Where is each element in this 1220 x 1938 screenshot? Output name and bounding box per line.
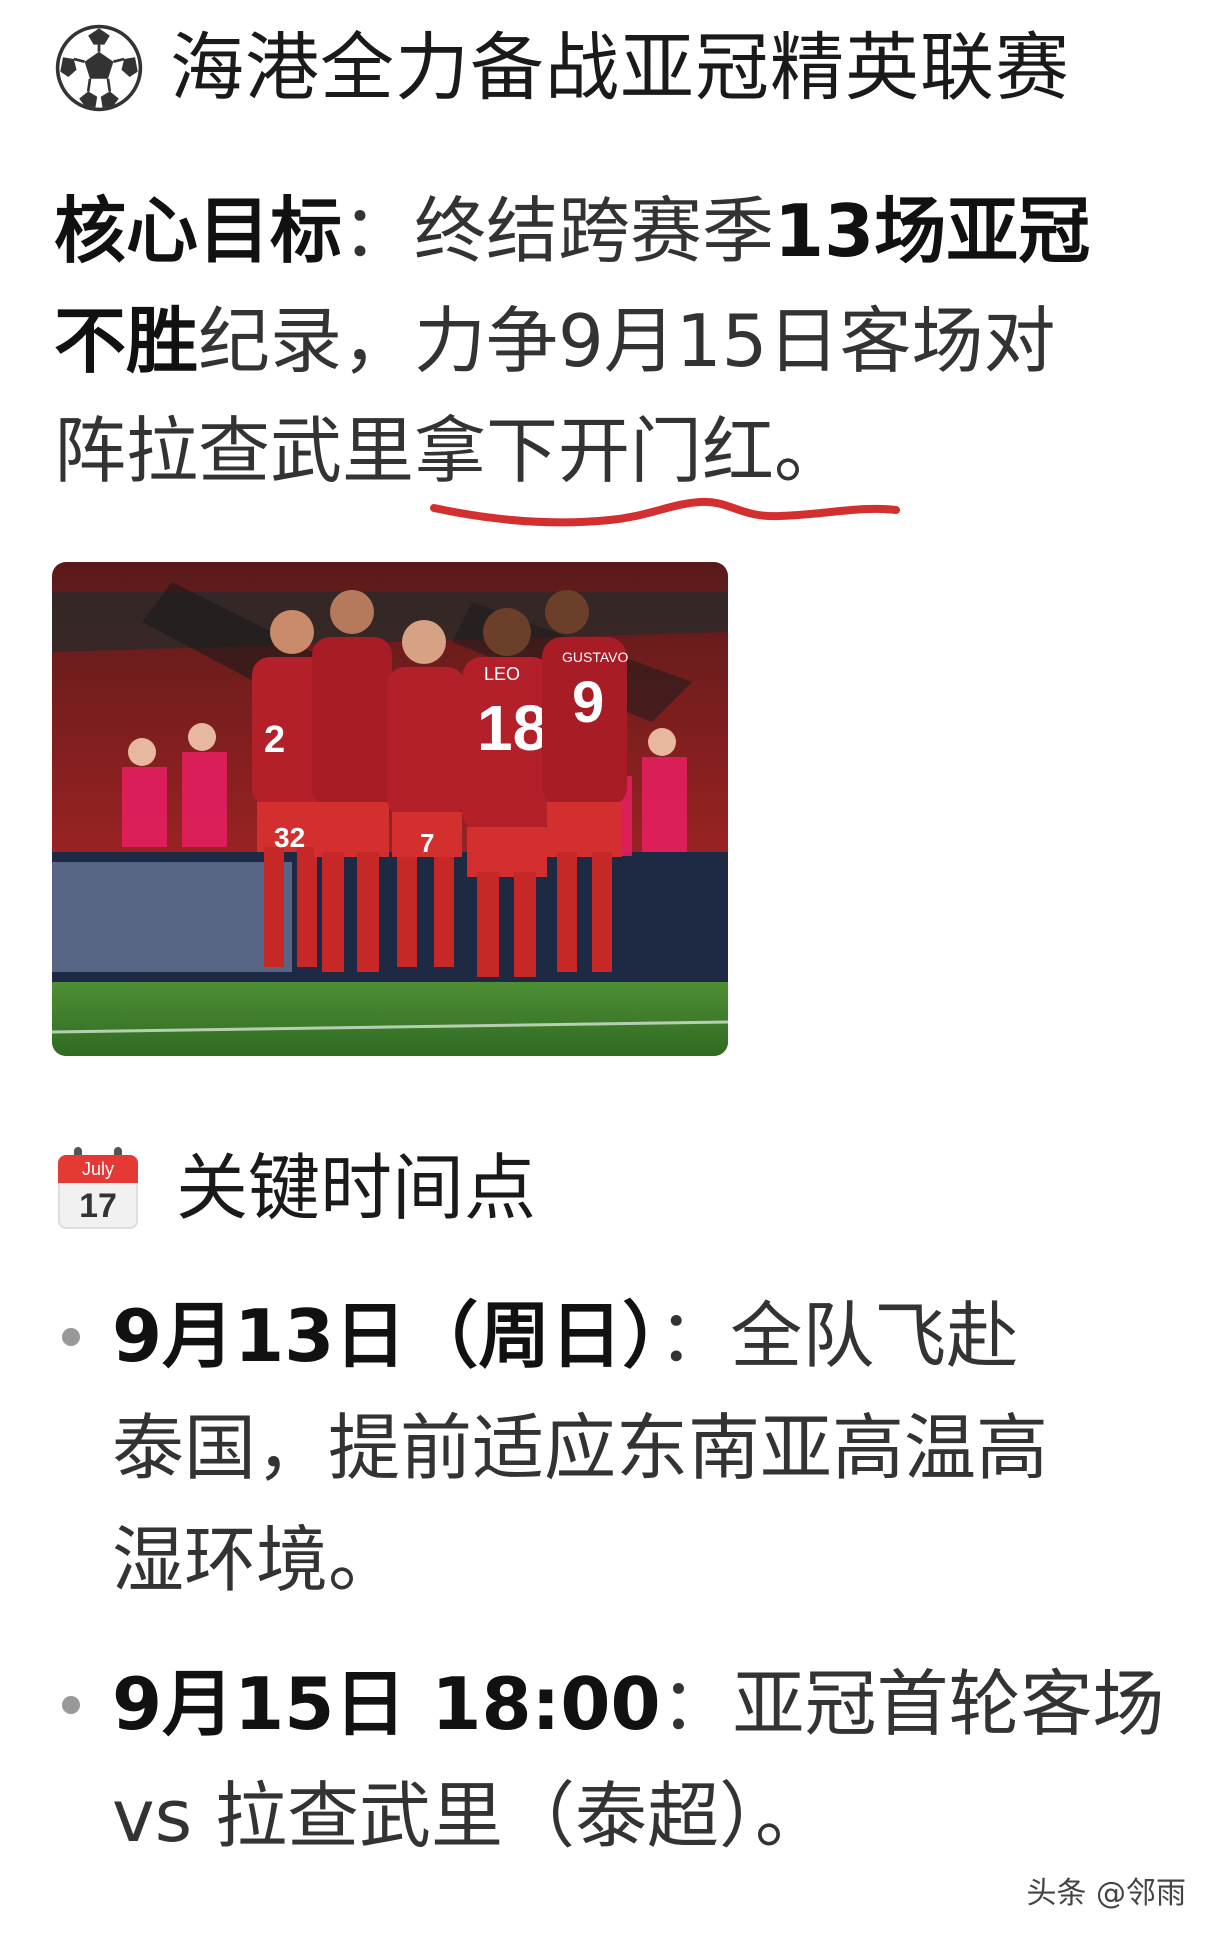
- goal-period: 。: [774, 409, 847, 493]
- team-celebration-photo: 2 32 7 LEO 18 GUSTAVO 9: [52, 562, 728, 1056]
- goal-colon: ：: [342, 189, 415, 273]
- goal-underlined-text: 拿下开门红: [414, 409, 775, 493]
- jersey-number-18: 18: [477, 692, 548, 764]
- timeline-item: 9月13日（周日）：全队飞赴 泰国，提前适应东南亚高温高 湿环境。: [54, 1280, 1174, 1616]
- timeline-text: ：全队飞赴: [658, 1294, 1019, 1378]
- bullet-dot: [62, 1696, 80, 1714]
- team-photo-illustration: 2 32 7 LEO 18 GUSTAVO 9: [52, 562, 728, 1056]
- goal-text-3: 阵拉查武里: [54, 409, 415, 493]
- jersey-number-9: 9: [572, 670, 604, 735]
- section-header-key-dates: July 17 关键时间点: [58, 1138, 536, 1238]
- calendar-icon: July 17: [58, 1147, 138, 1229]
- timeline-list: 9月13日（周日）：全队飞赴 泰国，提前适应东南亚高温高 湿环境。 9月15日 …: [54, 1280, 1174, 1872]
- article-title-row: 海港全力备战亚冠精英联赛: [54, 18, 1070, 118]
- timeline-date: 9月13日（周日）: [112, 1294, 659, 1378]
- jersey-number-2: 2: [264, 719, 285, 761]
- timeline-text: vs 拉查武里（泰超）。: [112, 1774, 828, 1858]
- calendar-month: July: [58, 1155, 138, 1183]
- timeline-text: 湿环境。: [112, 1518, 401, 1602]
- article-title: 海港全力备战亚冠精英联赛: [170, 25, 1070, 111]
- calendar-day: 17: [58, 1183, 138, 1229]
- source-watermark: 头条 @邻雨: [1026, 1876, 1186, 1911]
- bullet-dot: [62, 1328, 80, 1346]
- goal-text: 终结跨赛季: [414, 189, 775, 273]
- jersey-name-leo: LEO: [484, 664, 520, 684]
- jersey-number-7: 7: [420, 828, 434, 858]
- timeline-text: 泰国，提前适应东南亚高温高: [112, 1406, 1049, 1490]
- red-wavy-underline: [430, 497, 900, 527]
- jersey-name-gustavo: GUSTAVO: [562, 649, 628, 665]
- timeline-item: 9月15日 18:00：亚冠首轮客场 vs 拉查武里（泰超）。: [54, 1648, 1174, 1872]
- goal-text-2: 纪录，力争9月15日客场对: [198, 299, 1056, 383]
- goal-highlight-2: 不胜: [54, 299, 199, 383]
- goal-highlight: 13场亚冠: [774, 189, 1091, 273]
- soccer-ball-icon: [55, 24, 143, 112]
- section-title: 关键时间点: [176, 1146, 537, 1230]
- timeline-text: ：亚冠首轮客场: [660, 1662, 1165, 1746]
- timeline-date: 9月15日 18:00: [112, 1662, 661, 1746]
- jersey-number-32: 32: [274, 822, 305, 853]
- goal-label: 核心目标: [54, 189, 343, 273]
- core-goal-paragraph: 核心目标：终结跨赛季13场亚冠 不胜纪录，力争9月15日客场对 阵拉查武里拿下开…: [54, 176, 1174, 506]
